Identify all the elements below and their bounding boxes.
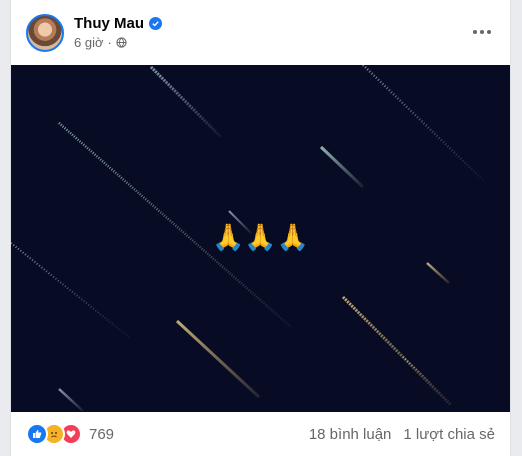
comments-count[interactable]: 18 bình luận [309,426,392,443]
post-image[interactable]: 🙏🙏🙏 [11,65,510,412]
meta-separator: · [107,35,112,50]
post-footer: 769 18 bình luận 1 lượt chia sẻ [11,412,510,456]
engagement-stats: 18 bình luận 1 lượt chia sẻ [309,426,495,443]
like-reaction-icon [26,423,48,445]
author-name-row: Thuy Mau [74,15,162,32]
post-card: Thuy Mau 6 giờ · 🙏🙏🙏 769 18 bình luận 1 … [10,0,511,456]
reaction-count[interactable]: 769 [89,426,114,443]
post-header: Thuy Mau 6 giờ · [11,0,510,65]
author-name[interactable]: Thuy Mau [74,15,144,32]
author-avatar[interactable] [26,14,64,52]
shares-count[interactable]: 1 lượt chia sẻ [403,426,495,443]
post-meta: 6 giờ · [74,35,127,50]
post-timestamp[interactable]: 6 giờ [74,35,104,50]
globe-icon[interactable] [116,37,127,48]
reactions-summary[interactable]: 769 [26,423,114,445]
verified-badge-icon [149,17,162,30]
more-options-icon[interactable] [468,20,496,44]
praying-hands-emoji: 🙏🙏🙏 [211,223,310,253]
